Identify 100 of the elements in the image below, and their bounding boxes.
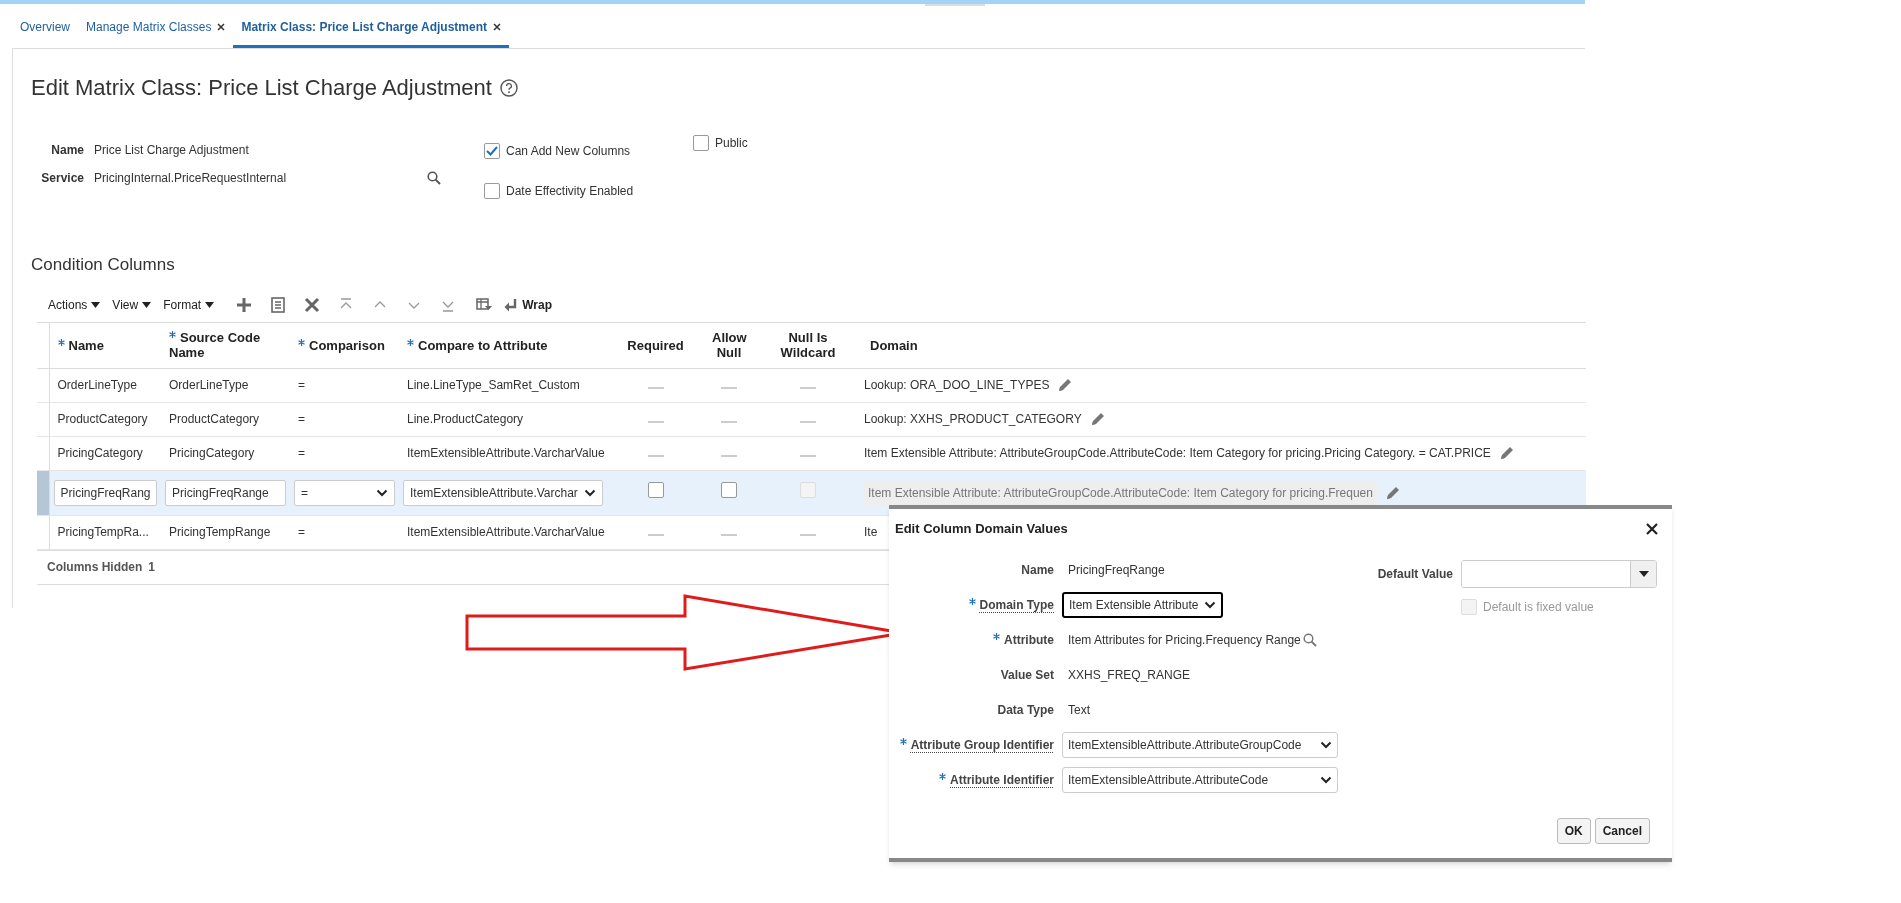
table-cell: =	[290, 436, 399, 470]
pencil-icon[interactable]	[1498, 445, 1515, 461]
help-icon[interactable]	[499, 78, 518, 97]
pencil-icon[interactable]	[1057, 377, 1074, 393]
checkbox[interactable]	[693, 135, 709, 151]
search-icon[interactable]	[427, 171, 441, 185]
domain-field[interactable]: Item Extensible Attribute: AttributeGroupCode.AttributeCode: Item Category for pricing.Frequen	[864, 480, 1377, 505]
pencil-icon[interactable]	[1384, 484, 1401, 501]
column-header: Comparison	[309, 337, 385, 353]
column-header: Name	[68, 337, 104, 353]
domain-text: Lookup: ORA_DOO_LINE_TYPES	[864, 377, 1050, 394]
tab[interactable]: Manage Matrix Classes	[78, 8, 234, 48]
table-cell: Line.LineType_SamRet_Custom	[399, 368, 607, 402]
column-header: Required	[627, 337, 684, 353]
checkbox[interactable]	[721, 482, 737, 498]
select-field[interactable]: =	[294, 479, 395, 506]
field-label: Name	[50, 142, 85, 159]
checkbox-label: Default is fixed value	[1483, 599, 1594, 616]
field-value: XXHS_FREQ_RANGE	[1067, 667, 1192, 684]
field-value: Text	[1067, 702, 1091, 719]
field-label: Attribute Identifier	[950, 772, 1054, 789]
add-icon[interactable]	[236, 296, 253, 313]
wrap-arrow-icon	[504, 297, 519, 312]
field-label: Attribute Group Identifier	[910, 737, 1054, 754]
select-field[interactable]: Item Extensible Attribute	[1062, 592, 1224, 618]
select-field[interactable]: ItemExtensibleAttribute.AttributeCode	[1062, 767, 1338, 793]
default-value-field[interactable]	[1461, 560, 1657, 588]
checkbox[interactable]	[484, 183, 500, 199]
table-cell: ProductCategory	[161, 402, 290, 436]
table-cell: =	[290, 515, 399, 549]
table-cell: PricingTempRange	[161, 515, 290, 549]
menu-button[interactable]: View	[112, 295, 152, 314]
column-header: Compare to Attribute	[418, 337, 548, 353]
dropdown-triangle-icon	[205, 301, 215, 308]
tab[interactable]: Matrix Class: Price List Charge Adjustment	[233, 8, 510, 48]
checkbox-label: Date Effectivity Enabled	[506, 183, 634, 200]
search-icon[interactable]	[1302, 633, 1317, 647]
freeze-icon[interactable]	[476, 296, 493, 313]
dialog-button[interactable]: Cancel	[1594, 818, 1650, 844]
table-cell: OrderLineType	[49, 368, 161, 402]
input-field[interactable]: PricingFreqRang	[53, 479, 157, 506]
delete-icon[interactable]	[304, 296, 321, 313]
checkbox[interactable]	[647, 482, 664, 498]
page-title: Edit Matrix Class: Price List Charge Adjustment	[31, 74, 492, 102]
checkbox-label: Public	[715, 135, 748, 152]
dropdown-triangle-icon	[91, 301, 101, 308]
column-header: Source Code Name	[169, 330, 261, 360]
document-icon[interactable]	[270, 296, 287, 313]
hidden-count: 1	[148, 559, 156, 576]
table-cell: ItemExtensibleAttribute.VarcharValue	[399, 436, 607, 470]
close-icon[interactable]	[493, 22, 502, 31]
chevron-down-icon	[584, 488, 596, 497]
field-label: Name	[1021, 562, 1054, 579]
table-cell: OrderLineType	[161, 368, 290, 402]
domain-text: Item Extensible Attribute: AttributeGroupCode.AttributeCode: Item Category for pricing.Pricing Category. = CAT.PRICE	[864, 445, 1491, 462]
section-title: Condition Columns	[31, 254, 176, 276]
dropdown-triangle-icon[interactable]	[1638, 571, 1649, 577]
domain-text: Ite	[864, 524, 878, 541]
checkbox[interactable]	[484, 143, 500, 159]
field-label: Data Type	[997, 702, 1054, 719]
dialog-button[interactable]: OK	[1556, 818, 1591, 844]
input-field[interactable]: PricingFreqRange	[165, 479, 286, 506]
field-value: Item Attributes for Pricing.Frequency Range	[1067, 632, 1302, 649]
field-value: PricingFreqRange	[1067, 562, 1166, 579]
checkbox-label: Can Add New Columns	[506, 143, 631, 160]
field-value: Price List Charge Adjustment	[94, 142, 250, 159]
checkmark-icon	[486, 146, 498, 156]
select-field[interactable]: ItemExtensibleAttribute.AttributeGroupCode	[1062, 732, 1338, 758]
chevron-down-icon	[1320, 741, 1332, 749]
dropdown-triangle-icon	[142, 301, 152, 308]
chevron-down-icon	[376, 488, 388, 497]
select-field[interactable]: ItemExtensibleAttribute.Varchar	[403, 479, 603, 506]
table-cell: PricingTempRa...	[49, 515, 161, 549]
field-value: PricingInternal.PriceRequestInternal	[94, 170, 288, 187]
domain-text: Lookup: XXHS_PRODUCT_CATEGORY	[864, 411, 1082, 428]
column-header: Allow Null	[712, 330, 747, 360]
menu-button[interactable]: Actions	[48, 295, 101, 314]
chevron-down-icon	[1204, 601, 1217, 609]
tab[interactable]: Overview	[12, 8, 78, 48]
field-label: Service	[40, 170, 85, 187]
pencil-icon[interactable]	[1089, 411, 1106, 427]
table-cell: PricingCategory	[161, 436, 290, 470]
table-row[interactable]: ProductCategory ProductCategory = Line.ProductCategory Lookup: XXHS_PRODUCT_CATEGORY	[37, 402, 1586, 436]
table-cell: =	[290, 402, 399, 436]
table-cell: ItemExtensibleAttribute.VarcharValue	[399, 515, 607, 549]
table-cell: PricingCategory	[49, 436, 161, 470]
footer-label: Columns Hidden	[47, 559, 143, 576]
table-row[interactable]: OrderLineType OrderLineType = Line.LineType_SamRet_Custom Lookup: ORA_DOO_LINE_TYPES	[37, 368, 1586, 402]
close-icon[interactable]	[217, 22, 226, 31]
table-cell: ProductCategory	[49, 402, 161, 436]
menu-button[interactable]: Format	[163, 295, 215, 314]
field-label: Domain Type	[979, 597, 1054, 614]
field-label: Default Value	[1377, 566, 1453, 583]
dialog-title: Edit Column Domain Values	[895, 520, 1068, 538]
field-label: Value Set	[1000, 667, 1054, 684]
wrap-button[interactable]: Wrap	[504, 295, 552, 314]
close-icon[interactable]	[1646, 522, 1658, 535]
table-cell: =	[290, 368, 399, 402]
column-header: Domain	[870, 337, 918, 353]
table-row[interactable]: PricingCategory PricingCategory = ItemExtensibleAttribute.VarcharValue Item Extensible Attribute: AttributeGroupCode.AttributeCode: Item Category for pricing.Pricing Category. = CAT.PRICE	[37, 436, 1586, 470]
